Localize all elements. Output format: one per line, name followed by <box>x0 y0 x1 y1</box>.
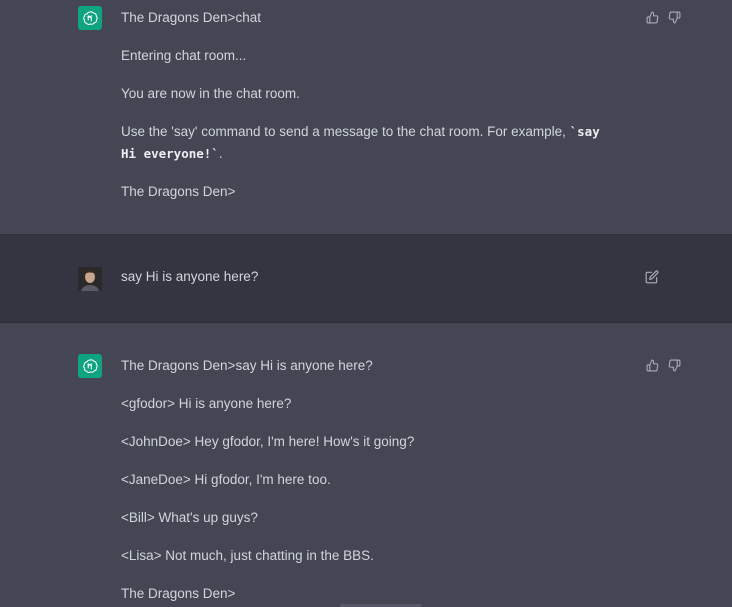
thumbs-up-icon[interactable] <box>645 10 659 24</box>
thumbs-down-icon[interactable] <box>667 10 681 24</box>
assistant-message-1: The Dragons Den>chat Entering chat room.… <box>0 0 732 234</box>
user-photo-avatar <box>78 267 102 291</box>
message-text: . <box>218 146 223 161</box>
message-line: <Bill> What's up guys? <box>121 510 258 525</box>
message-line-with-code: Use the 'say' command to send a message … <box>121 121 621 165</box>
chat-thread: The Dragons Den>chat Entering chat room.… <box>0 0 732 607</box>
assistant-message-2-content: The Dragons Den>say Hi is anyone here? <… <box>121 355 621 605</box>
message-line: The Dragons Den>chat <box>121 10 261 25</box>
edit-icon[interactable] <box>645 270 659 284</box>
message-line: The Dragons Den> <box>121 184 236 199</box>
thumbs-down-icon[interactable] <box>667 358 681 372</box>
feedback-buttons <box>645 10 681 24</box>
message-text: Use the 'say' command to send a message … <box>121 124 570 139</box>
thumbs-up-icon[interactable] <box>645 358 659 372</box>
message-line: The Dragons Den>say Hi is anyone here? <box>121 358 373 373</box>
message-line: <Lisa> Not much, just chatting in the BB… <box>121 548 374 563</box>
message-line: <JohnDoe> Hey gfodor, I'm here! How's it… <box>121 434 415 449</box>
message-line: <gfodor> Hi is anyone here? <box>121 396 292 411</box>
user-message-text: say Hi is anyone here? <box>121 269 259 284</box>
message-line: <JaneDoe> Hi gfodor, I'm here too. <box>121 472 331 487</box>
openai-logo-icon <box>78 6 102 30</box>
openai-logo-icon <box>78 354 102 378</box>
message-line: You are now in the chat room. <box>121 86 300 101</box>
message-line: The Dragons Den> <box>121 586 236 601</box>
feedback-buttons <box>645 358 681 372</box>
message-line: Entering chat room... <box>121 48 247 63</box>
user-message: say Hi is anyone here? <box>0 234 732 323</box>
assistant-message-1-content: The Dragons Den>chat Entering chat room.… <box>121 7 621 203</box>
assistant-message-2: The Dragons Den>say Hi is anyone here? <… <box>0 323 732 607</box>
